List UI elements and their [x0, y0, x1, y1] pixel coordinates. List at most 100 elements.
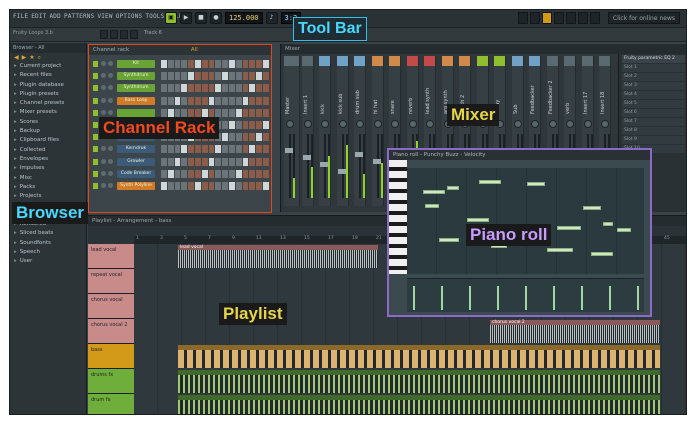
step-button[interactable] [208, 182, 215, 190]
pan-knob-icon[interactable] [101, 73, 106, 79]
playlist-track-header[interactable]: chorus vocal 2 [88, 319, 134, 344]
menu-item-options[interactable]: OPTIONS [116, 13, 143, 20]
channel-mute-led[interactable] [93, 97, 98, 104]
velocity-bar[interactable] [525, 286, 527, 310]
step-button[interactable] [256, 169, 262, 178]
step-button[interactable] [194, 60, 201, 68]
step-button[interactable] [228, 145, 235, 154]
toolbar-button[interactable] [577, 12, 588, 24]
menu-item-view[interactable]: VIEW [97, 13, 112, 20]
browser-item[interactable]: ▸ Sliced beats [14, 229, 86, 238]
step-button[interactable] [228, 60, 235, 68]
piano-roll-note[interactable] [547, 248, 573, 252]
piano-keys[interactable] [389, 160, 407, 274]
browser-item[interactable]: ▸ Speech [14, 248, 86, 257]
volume-knob-icon[interactable] [108, 61, 113, 66]
step-button[interactable] [201, 145, 208, 154]
volume-fader[interactable] [289, 134, 291, 198]
volume-fader[interactable] [359, 134, 361, 198]
velocity-bar[interactable] [469, 286, 471, 310]
pan-knob-icon[interactable] [583, 120, 592, 128]
step-button[interactable] [208, 96, 215, 105]
browser-item[interactable]: ▸ Envelopes [14, 155, 86, 164]
toolbar-button-active[interactable] [541, 12, 552, 24]
fx-slot[interactable]: Slot 8 [622, 127, 685, 135]
toolbar-button[interactable] [529, 12, 540, 24]
step-button[interactable] [228, 157, 235, 166]
channel-mute-led[interactable] [93, 183, 98, 189]
pan-knob-icon[interactable] [303, 120, 312, 128]
volume-knob-icon[interactable] [108, 73, 113, 79]
step-button[interactable] [161, 169, 167, 178]
menu-item-edit[interactable]: EDIT [31, 13, 46, 20]
browser-item[interactable]: ▸ Channel presets [14, 99, 86, 108]
channel-filter[interactable]: All [191, 47, 198, 53]
step-button[interactable] [256, 96, 262, 105]
step-button[interactable] [208, 169, 215, 178]
browser-item[interactable]: ▸ Recent files [14, 71, 86, 80]
step-button[interactable] [242, 133, 249, 142]
menu-item-add[interactable]: ADD [50, 13, 61, 20]
step-button[interactable] [208, 72, 215, 81]
step-button[interactable] [208, 157, 215, 166]
step-button[interactable] [208, 84, 215, 93]
back-arrow-icon[interactable]: ◀ [14, 54, 19, 61]
pan-knob-icon[interactable] [286, 120, 294, 128]
step-button[interactable] [188, 84, 194, 93]
browser-item[interactable]: ▸ Plugin presets [14, 90, 86, 99]
step-button[interactable] [249, 182, 256, 190]
mixer-track[interactable]: kick sub [336, 56, 349, 206]
step-button[interactable] [222, 169, 228, 178]
step-button[interactable] [188, 169, 194, 178]
pan-knob-icon[interactable] [513, 120, 522, 128]
step-button[interactable] [167, 157, 174, 166]
step-button[interactable] [194, 96, 201, 105]
step-button[interactable] [161, 84, 167, 93]
piano-roll-note[interactable] [425, 204, 439, 208]
step-button[interactable] [235, 169, 242, 178]
browser-item[interactable]: ▸ Collected [14, 146, 86, 155]
step-button[interactable] [256, 182, 262, 190]
step-button[interactable] [174, 84, 181, 93]
step-button[interactable] [228, 72, 235, 81]
playlist-track-header[interactable]: drum fx [88, 394, 134, 414]
browser-item[interactable]: ▸ Impulses [14, 164, 86, 173]
pan-knob-icon[interactable] [408, 120, 417, 128]
play-icon[interactable]: ▶ [180, 12, 192, 24]
step-button[interactable] [262, 145, 269, 154]
step-button[interactable] [161, 108, 167, 117]
step-button[interactable] [222, 96, 228, 105]
step-button[interactable] [188, 157, 194, 166]
step-button[interactable] [249, 157, 256, 166]
fx-slot[interactable]: Slot 2 [622, 73, 685, 81]
step-button[interactable] [215, 169, 222, 178]
step-button[interactable] [181, 108, 188, 117]
piano-roll-note[interactable] [479, 180, 501, 184]
star-icon[interactable]: ★ [29, 54, 34, 61]
step-button[interactable] [228, 121, 235, 129]
step-button[interactable] [194, 169, 201, 178]
step-button[interactable] [194, 145, 201, 154]
step-button[interactable] [256, 72, 262, 81]
step-button[interactable] [256, 84, 262, 93]
step-button[interactable] [262, 169, 269, 178]
step-button[interactable] [201, 169, 208, 178]
playlist-clip[interactable]: lead vocal [178, 245, 378, 268]
browser-item[interactable]: ▸ Soundfonts [14, 239, 86, 248]
step-button[interactable] [167, 96, 174, 105]
fx-slot[interactable]: Slot 3 [622, 82, 685, 90]
step-button[interactable] [262, 133, 269, 142]
step-button[interactable] [215, 60, 222, 68]
step-button[interactable] [181, 60, 188, 68]
channel-mute-led[interactable] [93, 146, 98, 153]
menu-item-tools[interactable]: TOOLS [145, 13, 164, 20]
pattern-song-toggle[interactable]: ▣ [165, 12, 177, 24]
pan-knob-icon[interactable] [101, 170, 106, 176]
pan-knob-icon[interactable] [321, 120, 329, 128]
step-button[interactable] [235, 72, 242, 81]
piano-roll-titlebar[interactable]: Piano roll - Punchy Buzz - Velocity [389, 150, 650, 160]
step-button[interactable] [174, 145, 181, 154]
step-button[interactable] [161, 145, 167, 154]
browser-item[interactable]: ▸ Mixer presets [14, 108, 86, 117]
step-button[interactable] [208, 108, 215, 117]
